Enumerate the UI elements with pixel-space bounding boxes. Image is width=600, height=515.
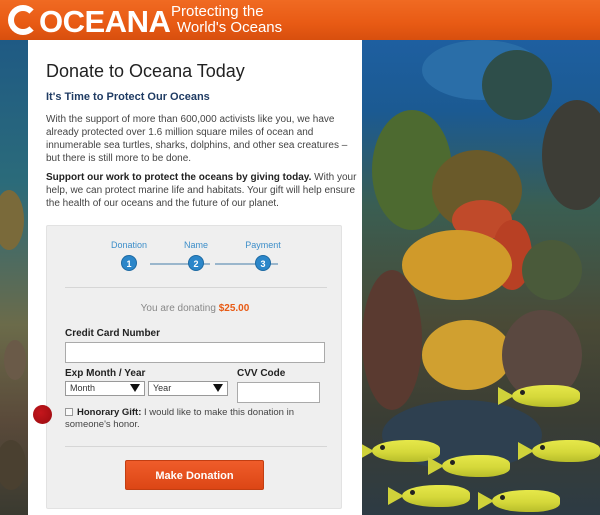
exp-year-value: Year	[153, 383, 172, 393]
subheading: It's Time to Protect Our Oceans	[46, 91, 210, 103]
exp-label: Exp Month / Year	[65, 368, 146, 379]
step-number: 1	[121, 255, 137, 271]
donation-form: Donation 1 Name 2 Payment 3 You are dona…	[46, 225, 342, 509]
divider	[65, 287, 327, 288]
progress-steps: Donation 1 Name 2 Payment 3	[47, 240, 343, 276]
honorary-gift-text: Honorary Gift: I would like to make this…	[65, 407, 327, 431]
page-title: Donate to Oceana Today	[46, 61, 245, 81]
step-label: Payment	[245, 240, 281, 250]
step-donation[interactable]: Donation 1	[99, 240, 159, 272]
step-label: Name	[183, 240, 208, 250]
cursor-marker-dot	[33, 405, 52, 424]
dropdown-arrow-icon	[130, 384, 140, 392]
donation-summary: You are donating $25.00	[47, 303, 343, 314]
divider	[65, 446, 327, 447]
card-number-label: Credit Card Number	[65, 328, 161, 339]
tagline: Protecting the World's Oceans	[171, 4, 282, 36]
exp-year-select[interactable]: Year	[148, 381, 228, 396]
donation-amount: $25.00	[218, 303, 250, 314]
dropdown-arrow-icon	[213, 384, 223, 392]
cvv-input[interactable]	[237, 382, 320, 403]
step-number: 3	[255, 255, 271, 271]
cvv-label: CVV Code	[237, 368, 286, 379]
logo-text: OCEANA	[39, 4, 171, 39]
exp-month-select[interactable]: Month	[65, 381, 145, 396]
site-header: OCEANA Protecting the World's Oceans	[0, 0, 600, 40]
tagline-line1: Protecting the	[171, 3, 264, 20]
step-name[interactable]: Name 2	[166, 240, 226, 272]
honorary-bold: Honorary Gift:	[77, 407, 142, 418]
support-bold-text: Support our work to protect the oceans b…	[46, 172, 312, 183]
donation-prefix: You are donating	[140, 303, 216, 314]
donation-content-panel: Donate to Oceana Today It's Time to Prot…	[28, 40, 362, 515]
card-number-input[interactable]	[65, 342, 325, 363]
step-number: 2	[188, 255, 204, 271]
ocean-background-left	[0, 40, 28, 515]
exp-month-value: Month	[70, 383, 96, 393]
support-paragraph: Support our work to protect the oceans b…	[46, 171, 362, 210]
coral-reef-photo	[362, 40, 600, 515]
intro-paragraph: With the support of more than 600,000 ac…	[46, 114, 348, 164]
step-payment[interactable]: Payment 3	[233, 240, 293, 272]
make-donation-button[interactable]: Make Donation	[125, 460, 264, 490]
tagline-line2: World's Oceans	[177, 19, 283, 36]
step-label: Donation	[110, 240, 148, 250]
logo-o-mark	[8, 5, 38, 35]
oceana-logo[interactable]: OCEANA	[8, 4, 171, 40]
